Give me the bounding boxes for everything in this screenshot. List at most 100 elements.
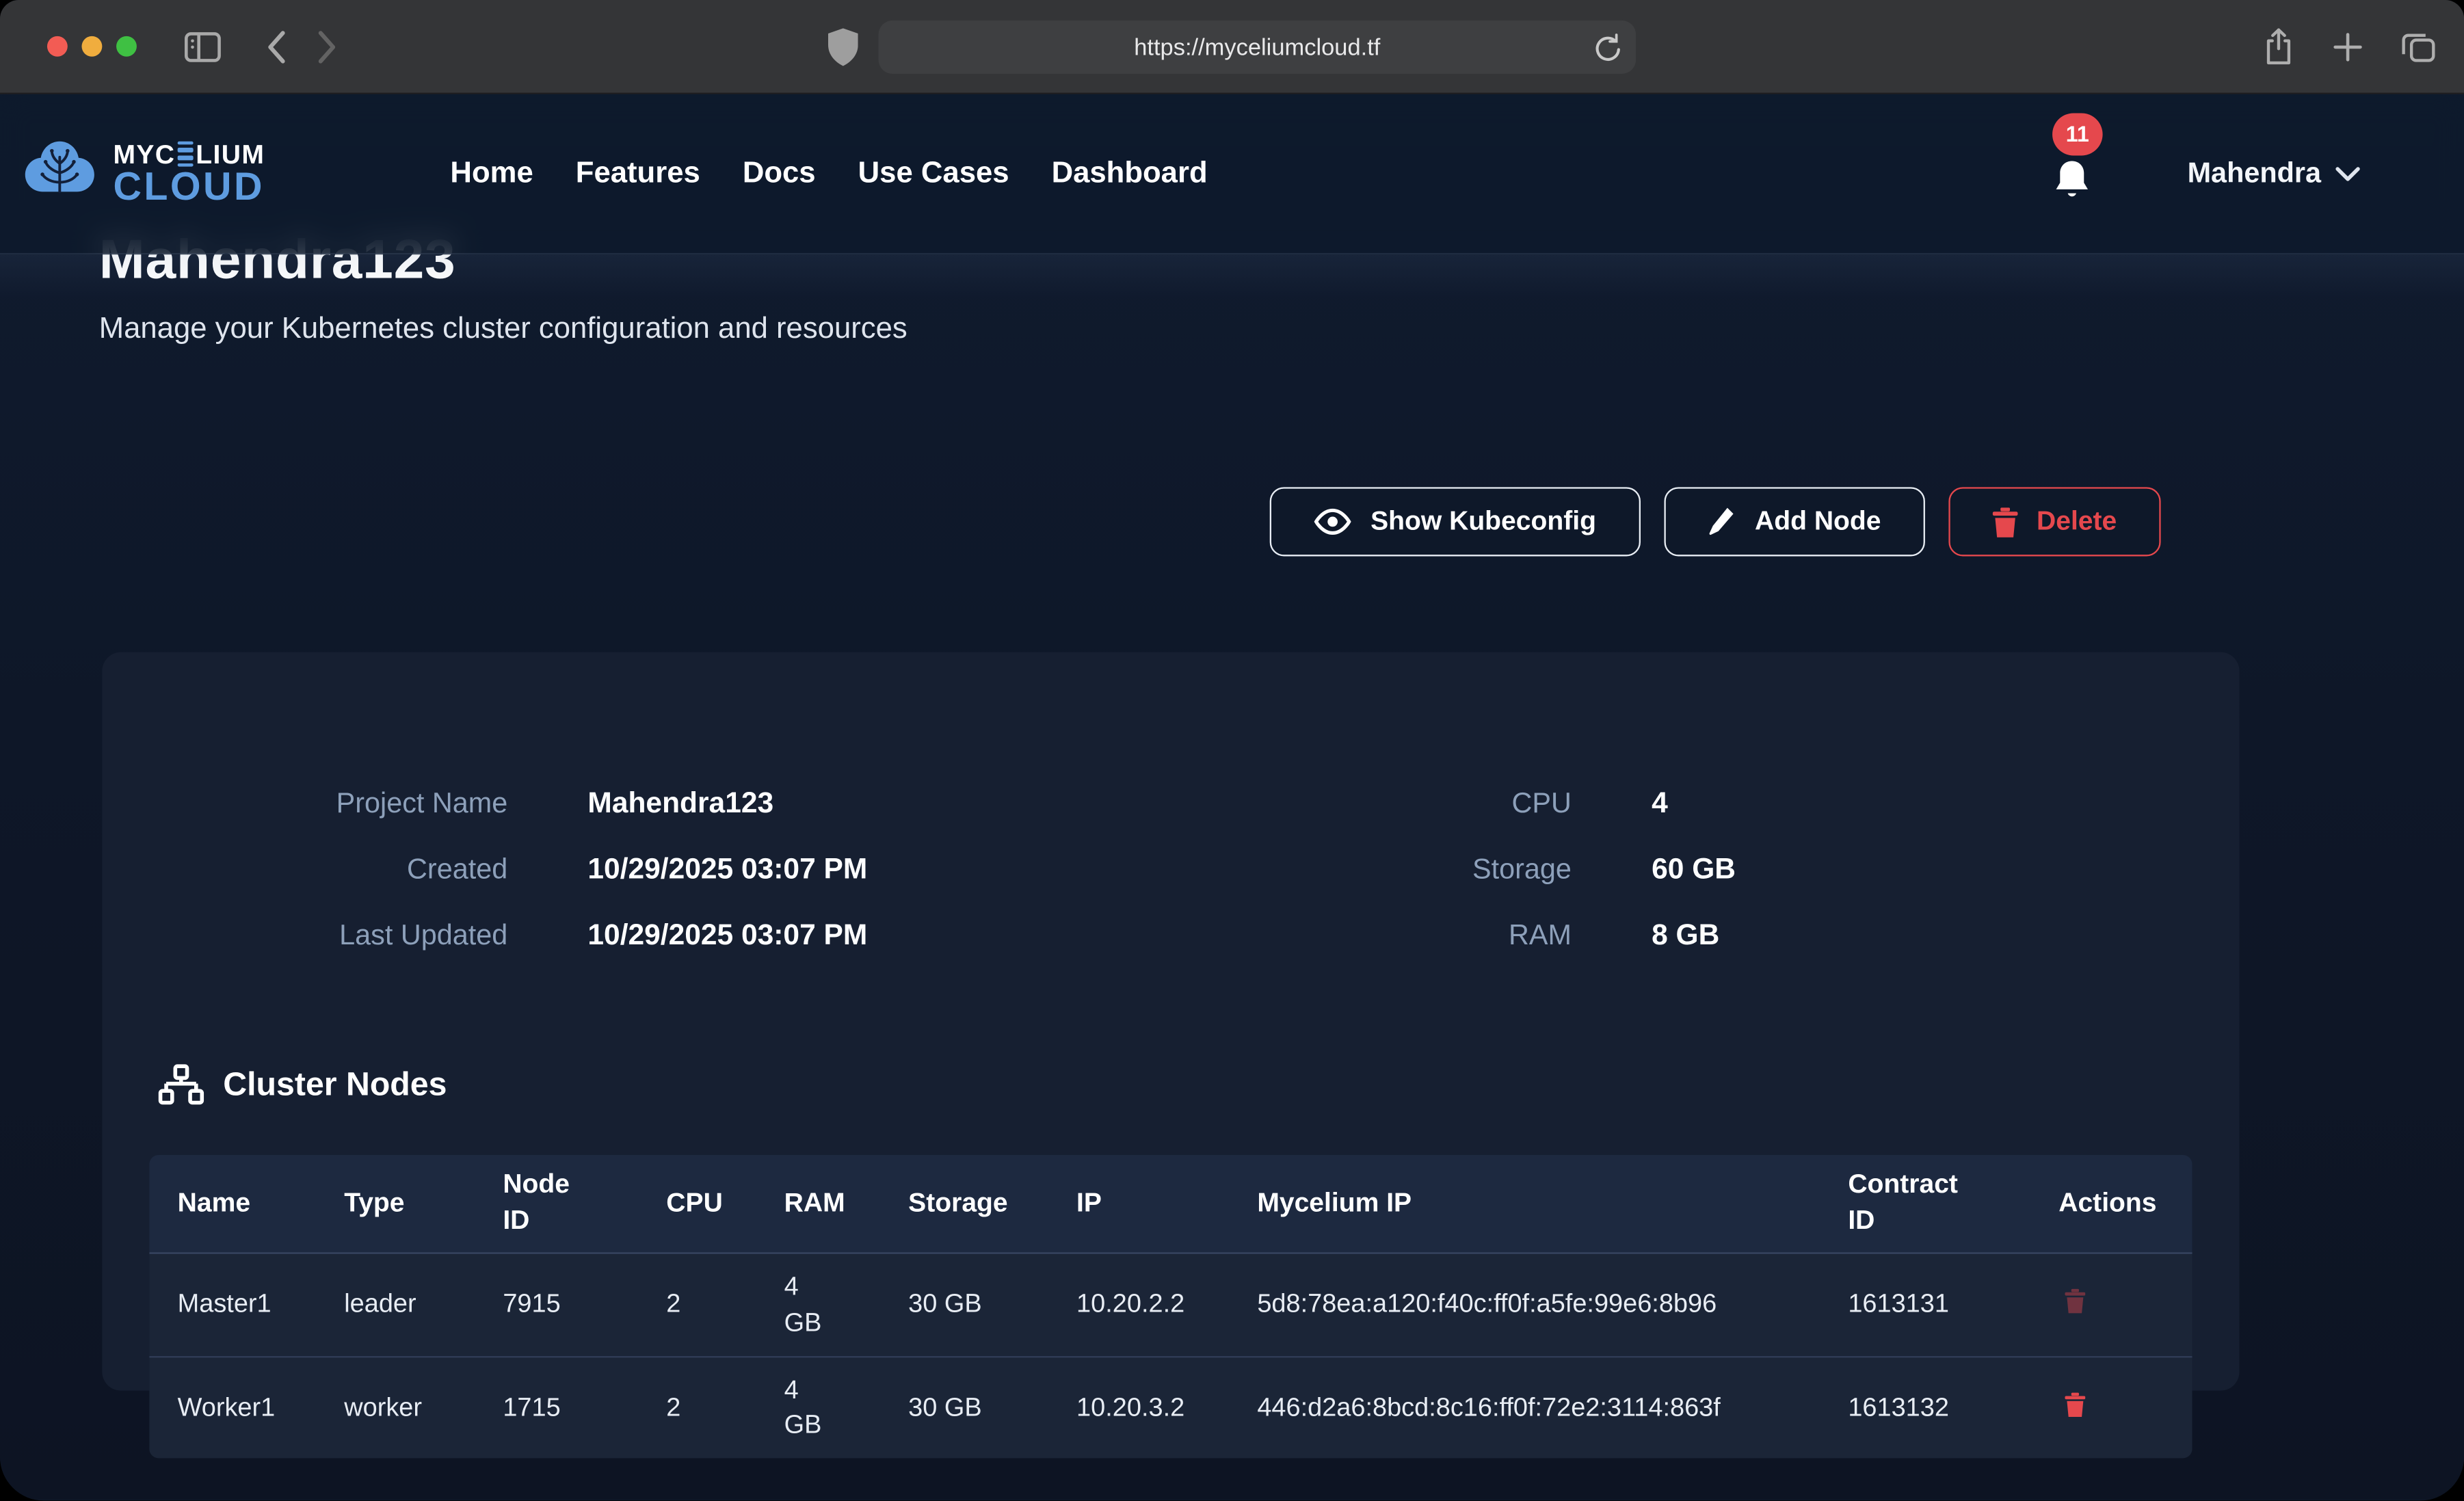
bell-icon (2051, 157, 2093, 200)
traffic-lights (47, 36, 137, 57)
nav-link-home[interactable]: Home (450, 157, 533, 191)
node-ram: 4 GB (784, 1373, 909, 1443)
delete-node-button[interactable] (2058, 1286, 2091, 1318)
last-updated-value: 10/29/2025 03:07 PM (587, 918, 1136, 953)
col-contract-id: Contract ID (1848, 1167, 2058, 1239)
node-storage: 30 GB (908, 1390, 1076, 1425)
new-tab-icon[interactable] (2332, 31, 2363, 63)
mycelium-cloud-logo-icon (19, 137, 101, 210)
node-storage: 30 GB (908, 1288, 1076, 1323)
logo-text-myc: MYC (113, 141, 175, 168)
delete-cluster-button[interactable]: Delete (1948, 487, 2160, 556)
reload-icon[interactable] (1595, 33, 1621, 63)
cluster-actions: Show Kubeconfig Add Node Delete (1270, 487, 2161, 556)
notification-badge: 11 (2052, 112, 2103, 155)
node-type: worker (344, 1390, 503, 1425)
cpu-value: 4 (1652, 786, 2192, 821)
back-icon[interactable] (265, 29, 286, 64)
node-ip: 10.20.3.2 (1076, 1390, 1257, 1425)
last-updated-label: Last Updated (149, 919, 507, 952)
node-cpu: 2 (666, 1390, 784, 1425)
trash-icon (2065, 1289, 2085, 1314)
node-contract-id: 1613131 (1848, 1288, 2058, 1323)
site-logo[interactable]: MYC LIUM CLOUD (19, 137, 265, 210)
node-ram: 4 GB (784, 1270, 909, 1340)
cluster-nodes-table: Name Type Node ID CPU RAM Storage IP Myc… (149, 1155, 2192, 1458)
logo-text-lium: LIUM (196, 141, 265, 168)
page-subtitle: Manage your Kubernetes cluster configura… (99, 313, 908, 347)
col-storage: Storage (908, 1186, 1076, 1222)
cluster-nodes-heading: Cluster Nodes (157, 1064, 447, 1108)
table-header-row: Name Type Node ID CPU RAM Storage IP Myc… (149, 1155, 2192, 1254)
privacy-shield-icon[interactable] (828, 28, 858, 66)
pencil-icon (1708, 506, 1736, 537)
node-contract-id: 1613132 (1848, 1390, 2058, 1425)
logo-text: MYC LIUM CLOUD (113, 141, 265, 207)
delete-node-button[interactable] (2058, 1389, 2091, 1420)
node-mycelium-ip: 5d8:78ea:a120:f40c:ff0f:a5fe:99e6:8b96 (1257, 1288, 1848, 1323)
node-id: 1715 (503, 1390, 666, 1425)
col-cpu: CPU (666, 1186, 784, 1222)
col-mycelium-ip: Mycelium IP (1257, 1186, 1848, 1222)
project-name-value: Mahendra123 (587, 786, 1136, 821)
trash-icon (2065, 1392, 2085, 1418)
storage-value: 60 GB (1652, 851, 2192, 886)
col-ram: RAM (784, 1186, 909, 1222)
zoom-window-button[interactable] (116, 36, 137, 57)
site-navbar: MYC LIUM CLOUD Home Features Docs Use Ca… (0, 94, 2464, 254)
user-menu[interactable]: Mahendra (2188, 157, 2361, 190)
col-ip: IP (1076, 1186, 1257, 1222)
logo-e-bars-icon (178, 141, 194, 167)
nav-link-docs[interactable]: Docs (743, 157, 816, 191)
trash-icon (1993, 507, 2018, 537)
node-name: Worker1 (178, 1390, 345, 1425)
col-node-id: Node ID (503, 1167, 666, 1239)
address-bar[interactable]: https://myceliumcloud.tf (879, 21, 1637, 74)
cluster-nodes-title: Cluster Nodes (223, 1067, 447, 1104)
nav-link-dashboard[interactable]: Dashboard (1052, 157, 1208, 191)
node-cpu: 2 (666, 1288, 784, 1323)
ram-label: RAM (1217, 919, 1572, 952)
created-value: 10/29/2025 03:07 PM (587, 851, 1136, 886)
navbar-glow (0, 254, 2464, 298)
user-name: Mahendra (2188, 157, 2321, 190)
show-kubeconfig-button[interactable]: Show Kubeconfig (1270, 487, 1640, 556)
share-icon[interactable] (2263, 28, 2294, 66)
node-type: leader (344, 1288, 503, 1323)
forward-icon[interactable] (317, 29, 338, 64)
project-info: Project Name Mahendra123 CPU 4 Created 1… (149, 786, 2192, 953)
sidebar-toggle-icon[interactable] (184, 31, 222, 62)
minimize-window-button[interactable] (81, 36, 102, 57)
nav-link-use-cases[interactable]: Use Cases (858, 157, 1009, 191)
nav-links: Home Features Docs Use Cases Dashboard (450, 157, 1207, 191)
delete-label: Delete (2037, 506, 2117, 537)
storage-label: Storage (1217, 853, 1572, 886)
node-ip: 10.20.2.2 (1076, 1288, 1257, 1323)
col-name: Name (178, 1186, 345, 1222)
notifications-button[interactable]: 11 (2051, 147, 2093, 200)
browser-window: https://myceliumcloud.tf (0, 0, 2464, 1500)
network-icon (157, 1064, 204, 1108)
add-node-button[interactable]: Add Node (1664, 487, 1925, 556)
browser-chrome: https://myceliumcloud.tf (0, 0, 2464, 94)
ram-value: 8 GB (1652, 918, 2192, 953)
close-window-button[interactable] (47, 36, 68, 57)
node-id: 7915 (503, 1288, 666, 1323)
node-mycelium-ip: 446:d2a6:8bcd:8c16:ff0f:72e2:3114:863f (1257, 1390, 1848, 1425)
project-name-label: Project Name (149, 787, 507, 820)
eye-icon (1314, 507, 1351, 535)
logo-text-cloud: CLOUD (113, 164, 264, 208)
chevron-down-icon (2335, 165, 2361, 181)
table-row: Master1 leader 7915 2 4 GB 30 GB 10.20.2… (149, 1254, 2192, 1356)
tabs-overview-icon[interactable] (2401, 31, 2436, 63)
cpu-label: CPU (1217, 787, 1572, 820)
show-kubeconfig-label: Show Kubeconfig (1370, 506, 1596, 537)
cluster-panel: Project Name Mahendra123 CPU 4 Created 1… (102, 652, 2239, 1391)
table-row: Worker1 worker 1715 2 4 GB 30 GB 10.20.3… (149, 1356, 2192, 1458)
url-text: https://myceliumcloud.tf (1134, 34, 1380, 60)
col-type: Type (344, 1186, 503, 1222)
nav-link-features[interactable]: Features (576, 157, 700, 191)
created-label: Created (149, 853, 507, 886)
page-content: Mahendra123 Manage your Kubernetes clust… (0, 94, 2464, 1499)
col-actions: Actions (2058, 1186, 2192, 1222)
